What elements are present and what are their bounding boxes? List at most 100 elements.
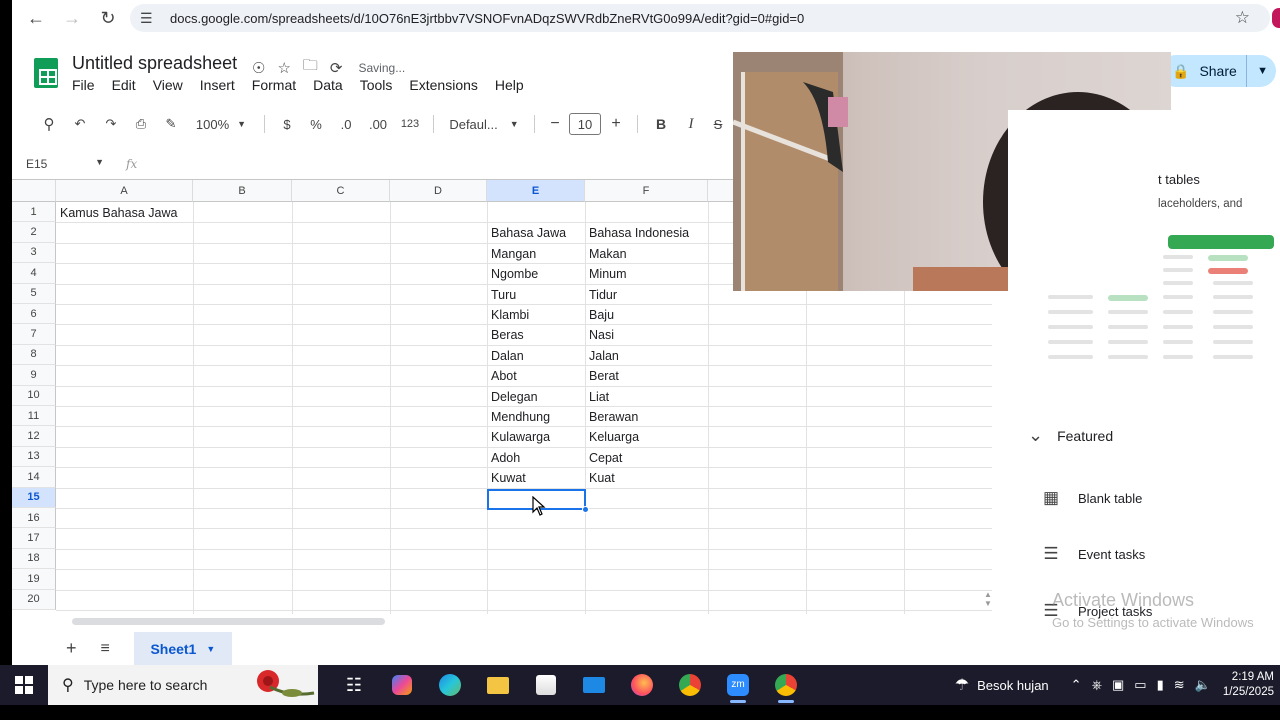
cell-e10[interactable]: Delegan [491, 390, 538, 404]
row-header-12[interactable]: 12 [12, 426, 56, 447]
template-event-tasks[interactable]: ☰ Event tasks [1040, 544, 1145, 564]
column-header-d[interactable]: D [390, 180, 487, 202]
cell-e8[interactable]: Dalan [491, 349, 524, 363]
cell-e12[interactable]: Kulawarga [491, 430, 550, 444]
menu-help[interactable]: Help [495, 77, 533, 93]
column-header-b[interactable]: B [193, 180, 292, 202]
menu-insert[interactable]: Insert [200, 77, 244, 93]
cell-e9[interactable]: Abot [491, 369, 517, 383]
chevron-down-icon[interactable]: ▼ [206, 644, 215, 654]
row-header-5[interactable]: 5 [12, 283, 56, 304]
featured-section-toggle[interactable]: ⌄ Featured [1028, 425, 1113, 446]
menu-data[interactable]: Data [313, 77, 352, 93]
percent-format-button[interactable]: % [301, 111, 331, 137]
italic-button[interactable]: I [676, 111, 706, 137]
row-header-14[interactable]: 14 [12, 467, 56, 488]
scroll-arrows-icon[interactable]: ▲ ▼ [984, 590, 992, 608]
firefox-icon[interactable] [618, 665, 666, 705]
cell-e2[interactable]: Bahasa Jawa [491, 226, 566, 240]
copilot-icon[interactable] [378, 665, 426, 705]
menu-file[interactable]: File [72, 77, 104, 93]
cell-e11[interactable]: Mendhung [491, 410, 550, 424]
cell-f12[interactable]: Keluarga [589, 430, 639, 444]
cell-e13[interactable]: Adoh [491, 451, 520, 465]
menu-edit[interactable]: Edit [112, 77, 145, 93]
currency-format-button[interactable]: $ [273, 111, 301, 137]
cell-f10[interactable]: Liat [589, 390, 609, 404]
edge-browser-icon[interactable] [426, 665, 474, 705]
fill-handle[interactable] [582, 506, 589, 513]
column-header-c[interactable]: C [292, 180, 390, 202]
cell-e3[interactable]: Mangan [491, 247, 536, 261]
cell-e14[interactable]: Kuwat [491, 471, 526, 485]
file-explorer-icon[interactable] [474, 665, 522, 705]
task-view-icon[interactable]: ☷ [330, 665, 378, 705]
weather-widget[interactable]: ☂ Besok hujan [955, 675, 1049, 695]
cell-a1[interactable]: Kamus Bahasa Jawa [60, 206, 177, 220]
column-header-a[interactable]: A [56, 180, 193, 202]
menu-extensions[interactable]: Extensions [409, 77, 486, 93]
clock[interactable]: 2:19 AM 1/25/2025 [1223, 670, 1274, 700]
cell-f9[interactable]: Berat [589, 369, 619, 383]
row-header-13[interactable]: 13 [12, 446, 56, 468]
site-info-icon[interactable]: ☰ [140, 10, 162, 27]
display-icon[interactable]: ▭ [1134, 677, 1146, 693]
row-header-18[interactable]: 18 [12, 548, 56, 570]
table-template-preview[interactable] [1038, 235, 1274, 375]
row-header-20[interactable]: 20 [12, 589, 56, 610]
cell-e4[interactable]: Ngombe [491, 267, 538, 281]
row-header-15[interactable]: 15 [12, 487, 56, 508]
increase-font-size-icon[interactable]: + [603, 111, 629, 137]
template-blank-table[interactable]: ▦ Blank table [1040, 488, 1142, 508]
chevron-up-icon[interactable]: ⌃ [1071, 677, 1082, 693]
increase-decimal-button[interactable]: .00 [361, 111, 395, 137]
row-header-17[interactable]: 17 [12, 528, 56, 549]
cell-f3[interactable]: Makan [589, 247, 627, 261]
camera-icon[interactable]: ▣ [1112, 677, 1124, 693]
row-header-8[interactable]: 8 [12, 344, 56, 366]
zoom-app-icon[interactable]: zm [714, 665, 762, 705]
print-icon[interactable]: ⎙ [126, 111, 156, 137]
search-menus-icon[interactable]: ⚲ [34, 111, 64, 137]
row-header-1[interactable]: 1 [12, 202, 56, 223]
cell-e6[interactable]: Klambi [491, 308, 529, 322]
cell-f8[interactable]: Jalan [589, 349, 619, 363]
profile-avatar[interactable] [1272, 8, 1280, 28]
cell-f7[interactable]: Nasi [589, 328, 614, 342]
sheets-logo-icon[interactable] [34, 58, 58, 88]
font-select[interactable]: Defaul... ▼ [442, 111, 526, 137]
row-header-3[interactable]: 3 [12, 242, 56, 264]
windows-start-icon[interactable] [0, 676, 48, 694]
row-header-10[interactable]: 10 [12, 385, 56, 406]
column-header-e[interactable]: E [487, 180, 585, 202]
menu-tools[interactable]: Tools [360, 77, 402, 93]
cell-f5[interactable]: Tidur [589, 288, 617, 302]
undo-icon[interactable]: ↶ [64, 111, 96, 137]
forward-icon[interactable]: → [58, 4, 86, 32]
row-header-6[interactable]: 6 [12, 304, 56, 325]
menu-format[interactable]: Format [252, 77, 305, 93]
cell-f11[interactable]: Berawan [589, 410, 638, 424]
chrome-icon[interactable] [666, 665, 714, 705]
bold-button[interactable]: B [646, 111, 676, 137]
cell-e5[interactable]: Turu [491, 288, 516, 302]
row-header-19[interactable]: 19 [12, 569, 56, 590]
add-sheet-icon[interactable]: + [66, 638, 77, 659]
number-format-button[interactable]: 123 [395, 111, 425, 137]
row-header-11[interactable]: 11 [12, 406, 56, 427]
font-size-input[interactable]: 10 [567, 111, 603, 137]
reload-icon[interactable]: ↻ [94, 4, 122, 32]
document-title[interactable]: Untitled spreadsheet [72, 53, 237, 74]
microsoft-store-icon[interactable] [522, 665, 570, 705]
mail-icon[interactable] [570, 665, 618, 705]
all-sheets-icon[interactable]: ≡ [101, 640, 110, 658]
row-header-16[interactable]: 16 [12, 508, 56, 529]
row-header-9[interactable]: 9 [12, 365, 56, 386]
decrease-decimal-button[interactable]: .0 [331, 111, 361, 137]
back-icon[interactable]: ← [22, 4, 50, 32]
row-header-4[interactable]: 4 [12, 263, 56, 284]
battery-icon[interactable]: ▮ [1157, 677, 1164, 693]
horizontal-scrollbar[interactable] [72, 618, 385, 625]
wifi-icon[interactable]: ≋ [1174, 677, 1185, 693]
cell-f14[interactable]: Kuat [589, 471, 615, 485]
